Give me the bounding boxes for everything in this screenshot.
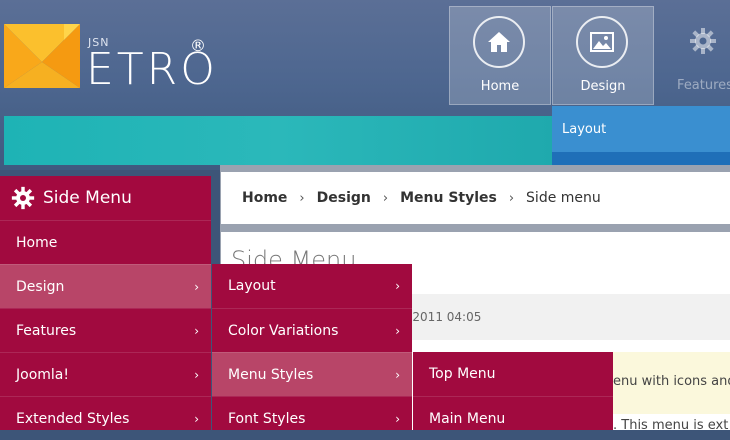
chevron-right-icon: › xyxy=(194,367,199,382)
side-menu-item-joomla[interactable]: Joomla! › xyxy=(0,352,211,396)
article-body: . This menu is ext xyxy=(613,418,729,433)
nav-features-label: Features xyxy=(677,78,730,93)
side-menu-item-design[interactable]: Design › xyxy=(0,264,211,308)
gear-icon xyxy=(677,15,729,67)
gear-icon xyxy=(11,186,35,209)
layout-submenu-item[interactable]: Layout xyxy=(552,106,730,154)
side-menu-header: Side Menu xyxy=(0,176,211,219)
breadcrumb-separator: › xyxy=(299,190,305,206)
submenu-item-layout[interactable]: Layout › xyxy=(212,264,412,308)
menu-item-label: Joomla! xyxy=(16,366,69,383)
nav-design[interactable]: Design xyxy=(552,6,654,105)
chevron-right-icon: › xyxy=(395,411,400,426)
menu-item-label: Home xyxy=(16,234,58,251)
menu-item-label: Font Styles xyxy=(228,410,306,427)
breadcrumb-home[interactable]: Home xyxy=(242,190,287,206)
hero-banner xyxy=(4,116,552,165)
submenu-item-main-menu[interactable]: Main Menu xyxy=(413,396,613,440)
breadcrumb-separator: › xyxy=(508,190,515,206)
submenu-item-menu-styles[interactable]: Menu Styles › xyxy=(212,352,412,396)
menu-item-label: Top Menu xyxy=(429,366,496,382)
side-menu-item-home[interactable]: Home xyxy=(0,220,211,264)
side-menu-item-extended-styles[interactable]: Extended Styles › xyxy=(0,396,211,440)
breadcrumb-current: Side menu xyxy=(526,190,601,206)
chevron-right-icon: › xyxy=(395,279,400,293)
chevron-right-icon: › xyxy=(395,323,400,338)
side-menu-title: Side Menu xyxy=(43,187,132,208)
chevron-right-icon: › xyxy=(194,323,199,338)
submenu-strip xyxy=(552,152,730,166)
menu-item-label: Design xyxy=(16,278,65,295)
nav-features[interactable]: Features xyxy=(654,6,730,105)
article-notice: enu with icons and xyxy=(603,352,730,414)
menu-item-label: Extended Styles xyxy=(16,410,130,427)
nav-home-label: Home xyxy=(480,79,520,94)
article-notice-text: enu with icons and xyxy=(613,374,730,389)
image-icon xyxy=(576,16,628,68)
menu-item-label: Main Menu xyxy=(429,410,506,427)
logo-mark-icon xyxy=(4,24,80,88)
breadcrumb-separator: › xyxy=(382,190,389,206)
site-logo[interactable]: JSN ETRO ® xyxy=(4,14,215,95)
chevron-right-icon: › xyxy=(194,279,199,294)
layout-submenu-label: Layout xyxy=(562,122,607,137)
menu-item-label: Menu Styles xyxy=(228,366,314,383)
breadcrumb-design[interactable]: Design xyxy=(317,190,371,206)
chevron-right-icon: › xyxy=(194,411,199,426)
nav-home[interactable]: Home xyxy=(449,6,551,105)
breadcrumb-menu-styles[interactable]: Menu Styles xyxy=(400,190,497,206)
home-icon xyxy=(473,16,525,68)
submenu-item-color-variations[interactable]: Color Variations › xyxy=(212,308,412,352)
breadcrumb: Home › Design › Menu Styles › Side menu xyxy=(221,172,730,224)
menu-item-label: Features xyxy=(16,322,77,339)
menu-item-label: Layout xyxy=(228,278,276,294)
nav-design-label: Design xyxy=(580,79,626,94)
side-menu-item-features[interactable]: Features › xyxy=(0,308,211,352)
submenu-item-font-styles[interactable]: Font Styles › xyxy=(212,396,412,440)
submenu-item-top-menu[interactable]: Top Menu xyxy=(413,352,613,396)
logo-registered: ® xyxy=(190,36,206,55)
menu-item-label: Color Variations xyxy=(228,322,339,339)
chevron-right-icon: › xyxy=(395,367,400,382)
